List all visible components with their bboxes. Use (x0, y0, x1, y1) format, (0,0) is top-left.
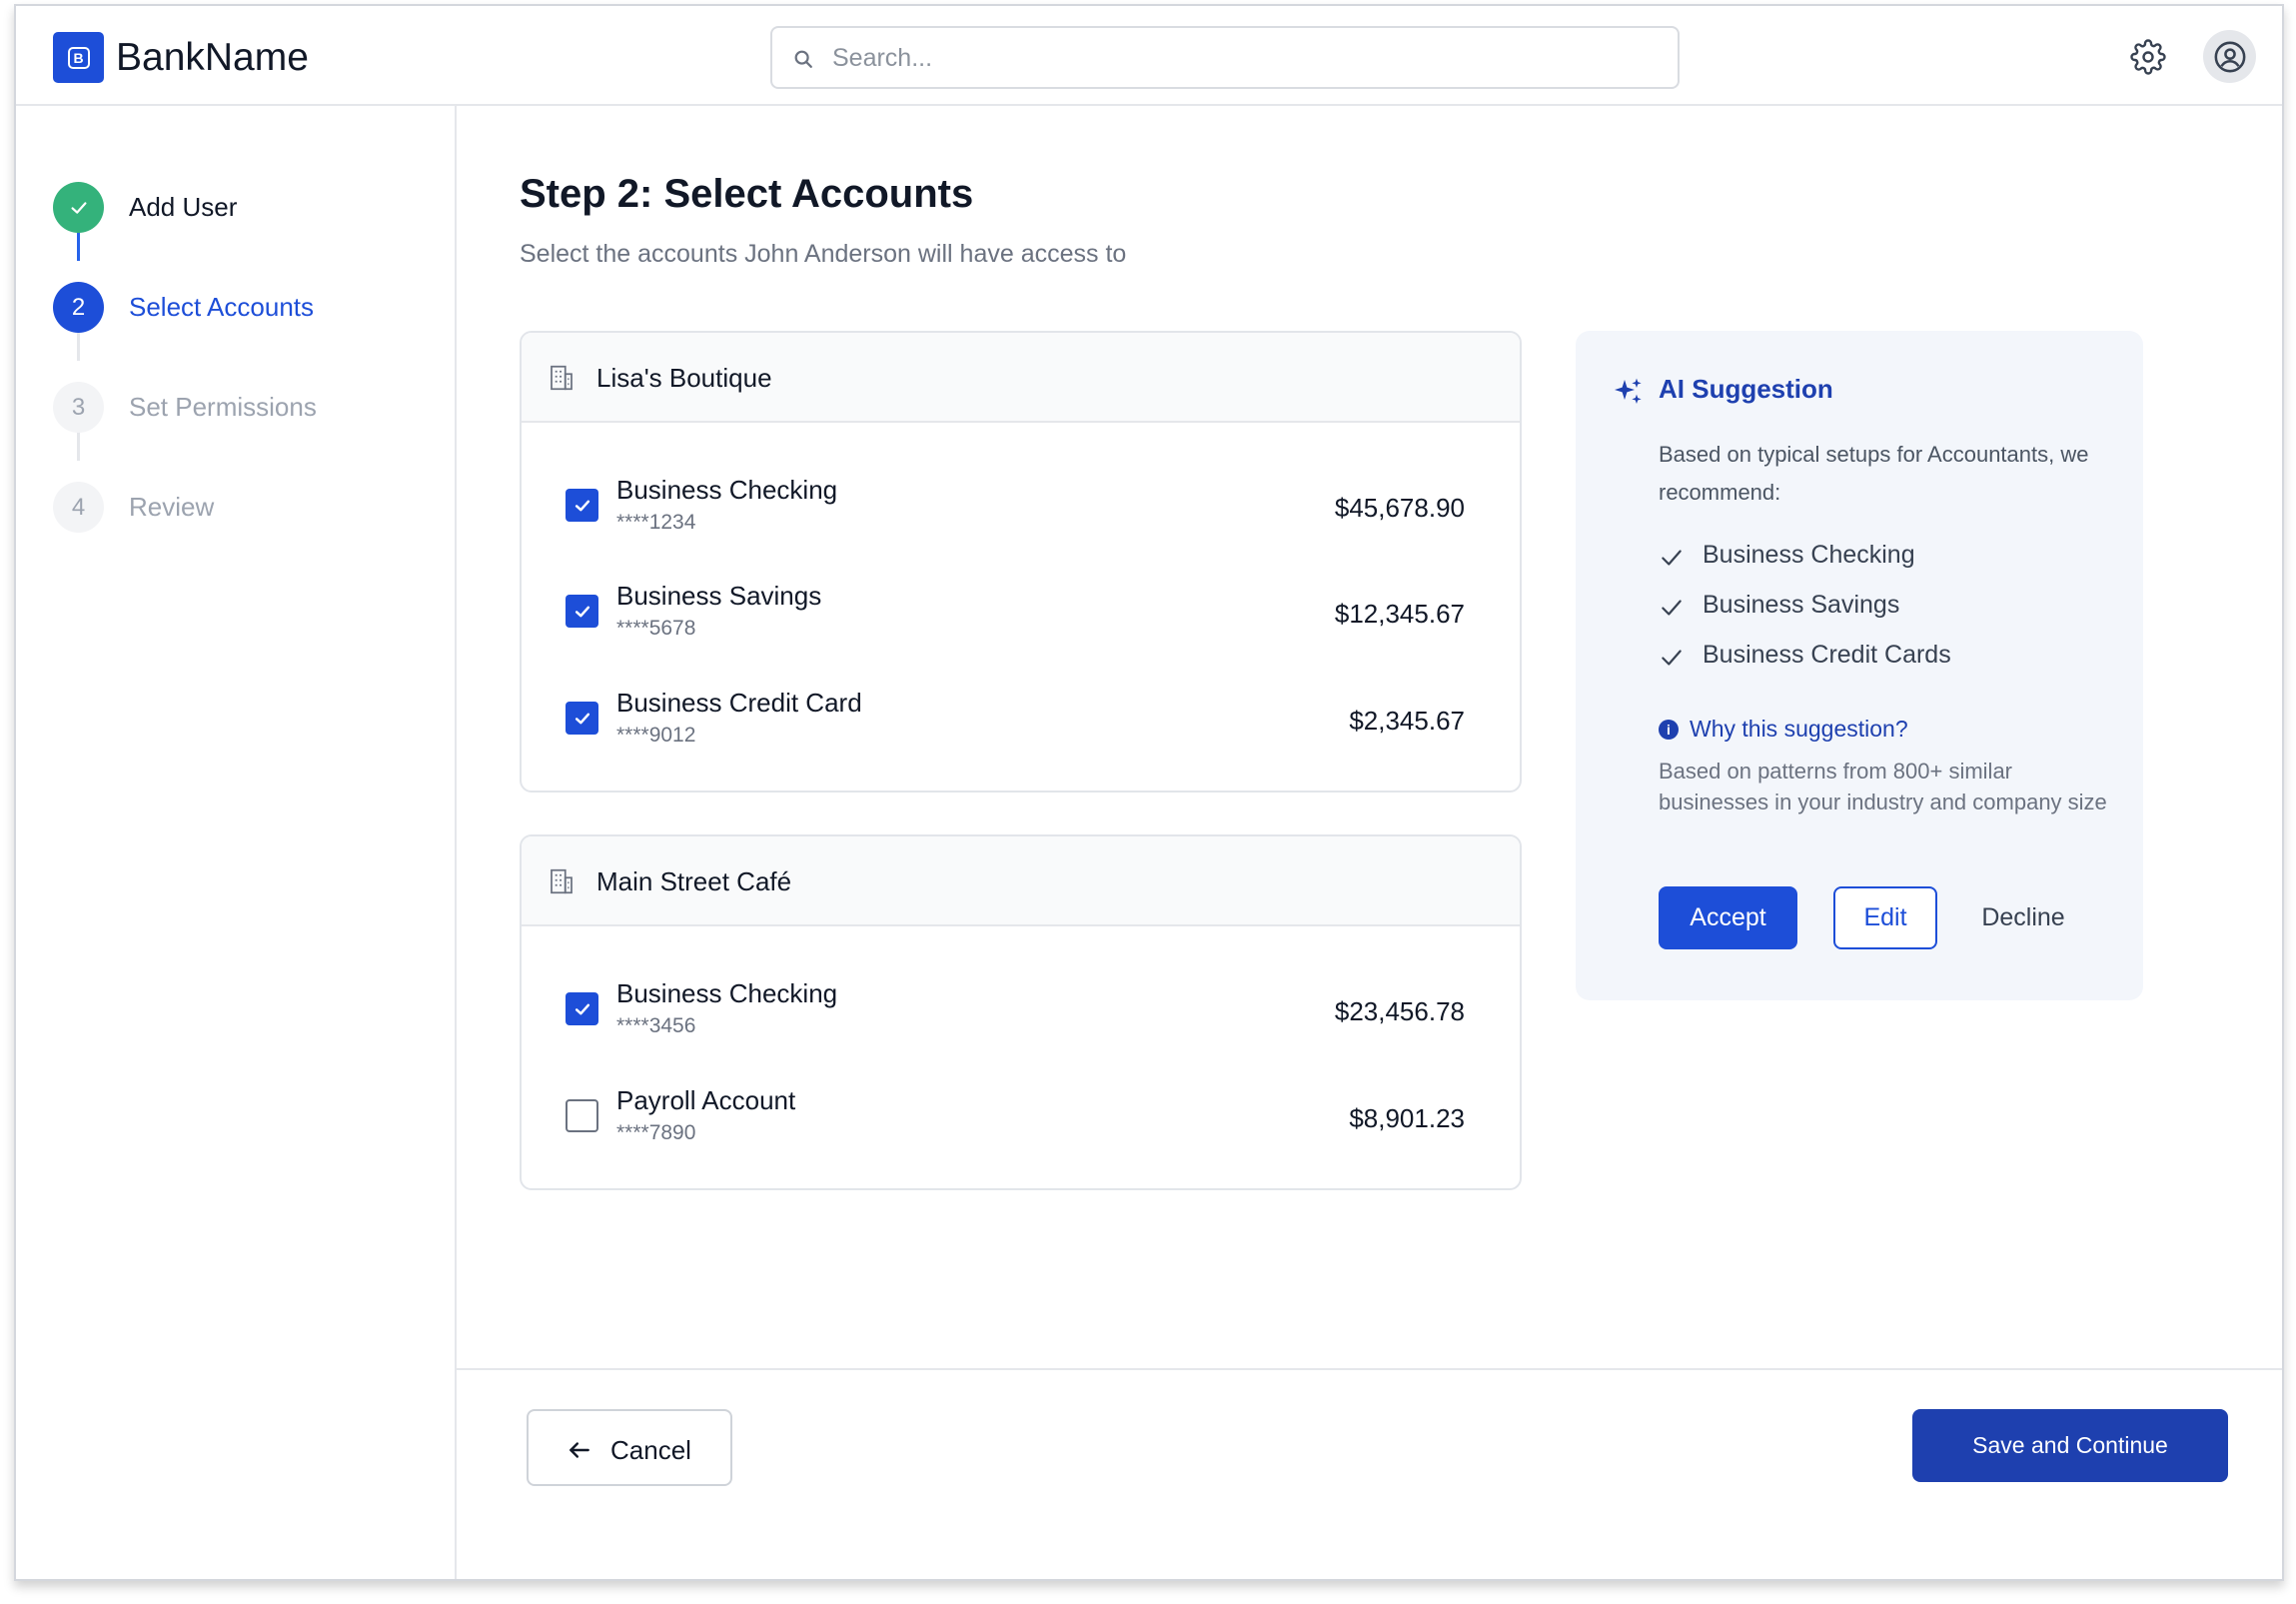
top-header: B BankName (16, 6, 2282, 106)
step-label-review[interactable]: Review (129, 492, 214, 523)
account-checkbox[interactable] (566, 992, 598, 1025)
step-label-set-permissions[interactable]: Set Permissions (129, 392, 317, 423)
step-label-add-user[interactable]: Add User (129, 192, 237, 223)
account-name: Business Savings (616, 581, 822, 611)
search-icon (794, 50, 812, 68)
account-number: ****3456 (616, 1014, 696, 1037)
user-circle-icon (2214, 41, 2245, 72)
step-number: 4 (53, 482, 104, 533)
footer-actions: Cancel Save and Continue (457, 1368, 2282, 1579)
business-card: Main Street Café Business Checking ****3… (520, 834, 1522, 1190)
account-row[interactable]: Business Savings ****5678 $12,345.67 (522, 573, 1520, 653)
cancel-button[interactable]: Cancel (527, 1409, 732, 1486)
recommendation-label: Business Savings (1703, 591, 1900, 619)
decline-button[interactable]: Decline (1968, 886, 2078, 949)
cancel-label: Cancel (610, 1435, 691, 1465)
recommendation-label: Business Credit Cards (1703, 641, 1951, 669)
step-complete-check-icon (53, 182, 104, 233)
account-name: Business Credit Card (616, 688, 862, 718)
account-number: ****9012 (616, 724, 696, 747)
page-subtitle: Select the accounts John Anderson will h… (520, 240, 1127, 268)
search-box[interactable] (770, 26, 1680, 89)
checkmark-icon (1662, 550, 1682, 566)
account-row[interactable]: Business Credit Card ****9012 $2,345.67 (522, 680, 1520, 760)
business-name: Lisa's Boutique (596, 363, 772, 393)
ai-suggestion-title: AI Suggestion (1659, 374, 1833, 404)
check-icon (574, 713, 589, 724)
account-name: Business Checking (616, 475, 838, 505)
step-number: 3 (53, 382, 104, 433)
why-suggestion-description: Based on patterns from 800+ similar busi… (1659, 759, 2107, 814)
account-checkbox[interactable] (566, 1099, 598, 1132)
ai-suggestion-panel: AI Suggestion Based on typical setups fo… (1576, 331, 2143, 1000)
why-suggestion-label: Why this suggestion? (1690, 716, 1908, 742)
account-balance: $8,901.23 (1349, 1103, 1465, 1133)
recommendation-label: Business Checking (1703, 541, 1915, 569)
user-avatar[interactable] (2203, 30, 2256, 83)
bank-logo-icon[interactable]: B (53, 32, 104, 83)
check-icon (574, 606, 589, 617)
business-card: Lisa's Boutique Business Checking ****12… (520, 331, 1522, 793)
account-number: ****1234 (616, 511, 696, 534)
account-name: Payroll Account (616, 1085, 796, 1115)
search-input[interactable] (832, 38, 1652, 78)
app-window: B BankName Add User 2 Select Accounts 3 … (14, 4, 2284, 1581)
checkmark-icon (1662, 600, 1682, 616)
business-name: Main Street Café (596, 866, 792, 896)
account-number: ****5678 (616, 617, 696, 640)
check-icon (574, 1003, 589, 1014)
account-checkbox[interactable] (566, 702, 598, 735)
building-icon (551, 365, 573, 391)
account-checkbox[interactable] (566, 595, 598, 628)
account-number: ****7890 (616, 1121, 696, 1144)
business-card-header: Main Street Café (522, 836, 1520, 926)
check-icon (574, 500, 589, 511)
account-balance: $23,456.78 (1334, 996, 1465, 1026)
info-icon: i (1659, 720, 1679, 740)
stepper-sidebar: Add User 2 Select Accounts 3 Set Permiss… (16, 106, 457, 1579)
edit-button[interactable]: Edit (1833, 886, 1937, 949)
page-title: Step 2: Select Accounts (520, 172, 974, 216)
account-balance: $12,345.67 (1334, 599, 1465, 629)
gear-icon[interactable] (2130, 39, 2166, 75)
account-row[interactable]: Payroll Account ****7890 $8,901.23 (522, 1077, 1520, 1157)
brand-name[interactable]: BankName (116, 36, 309, 80)
account-checkbox[interactable] (566, 489, 598, 522)
account-name: Business Checking (616, 978, 838, 1008)
account-balance: $45,678.90 (1334, 493, 1465, 523)
accept-button[interactable]: Accept (1659, 886, 1797, 949)
account-row[interactable]: Business Checking ****3456 $23,456.78 (522, 970, 1520, 1050)
step-label-select-accounts[interactable]: Select Accounts (129, 292, 314, 323)
checkmark-icon (1662, 650, 1682, 666)
account-balance: $2,345.67 (1349, 706, 1465, 736)
business-card-header: Lisa's Boutique (522, 333, 1520, 423)
ai-intro-text: Based on typical setups for Accountants,… (1659, 442, 2089, 505)
building-icon (551, 868, 573, 894)
arrow-left-icon (570, 1442, 589, 1458)
logo-letter: B (67, 46, 90, 69)
step-number: 2 (53, 282, 104, 333)
sparkle-icon (1615, 378, 1642, 404)
account-row[interactable]: Business Checking ****1234 $45,678.90 (522, 467, 1520, 547)
save-and-continue-button[interactable]: Save and Continue (1912, 1409, 2228, 1482)
